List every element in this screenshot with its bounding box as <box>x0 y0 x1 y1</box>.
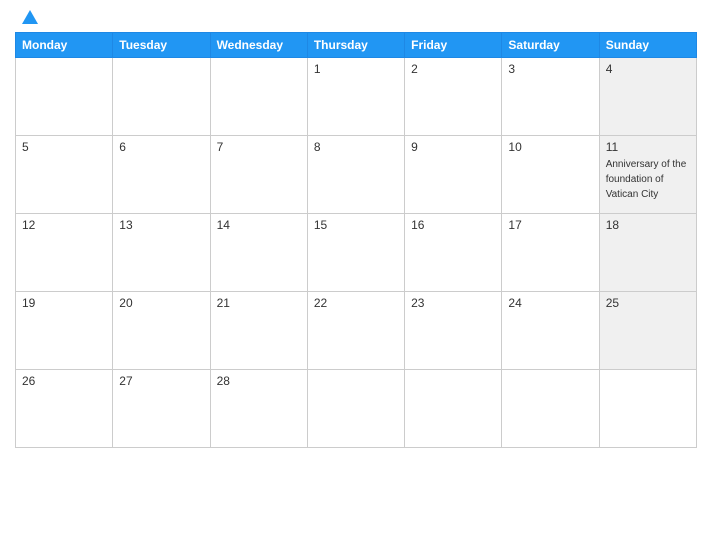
day-number: 3 <box>508 62 592 76</box>
calendar-cell <box>113 58 210 136</box>
calendar-cell: 10 <box>502 136 599 214</box>
calendar-header <box>15 10 697 24</box>
calendar-cell: 18 <box>599 214 696 292</box>
calendar-table: MondayTuesdayWednesdayThursdayFridaySatu… <box>15 32 697 448</box>
day-number: 22 <box>314 296 398 310</box>
day-number: 15 <box>314 218 398 232</box>
logo-triangle-icon <box>22 10 38 24</box>
calendar-cell <box>405 370 502 448</box>
calendar-cell: 24 <box>502 292 599 370</box>
calendar-cell: 17 <box>502 214 599 292</box>
calendar-cell: 27 <box>113 370 210 448</box>
logo <box>20 10 40 24</box>
day-number: 23 <box>411 296 495 310</box>
day-number: 28 <box>217 374 301 388</box>
weekday-header-tuesday: Tuesday <box>113 33 210 58</box>
week-row-3: 12 13 14 15 16 17 18 <box>16 214 697 292</box>
weekday-header-thursday: Thursday <box>307 33 404 58</box>
day-number: 10 <box>508 140 592 154</box>
calendar-cell: 21 <box>210 292 307 370</box>
calendar-cell <box>502 370 599 448</box>
day-number: 27 <box>119 374 203 388</box>
calendar-cell: 1 <box>307 58 404 136</box>
weekday-header-monday: Monday <box>16 33 113 58</box>
calendar-cell: 12 <box>16 214 113 292</box>
weekday-header-wednesday: Wednesday <box>210 33 307 58</box>
calendar-cell: 20 <box>113 292 210 370</box>
calendar-cell: 15 <box>307 214 404 292</box>
day-number: 25 <box>606 296 690 310</box>
calendar-cell <box>210 58 307 136</box>
week-row-5: 26 27 28 <box>16 370 697 448</box>
calendar-cell: 28 <box>210 370 307 448</box>
weekday-header-saturday: Saturday <box>502 33 599 58</box>
calendar-cell: 3 <box>502 58 599 136</box>
day-number: 8 <box>314 140 398 154</box>
calendar-cell: 22 <box>307 292 404 370</box>
calendar-cell <box>16 58 113 136</box>
day-number: 6 <box>119 140 203 154</box>
day-number: 17 <box>508 218 592 232</box>
calendar-container: MondayTuesdayWednesdayThursdayFridaySatu… <box>0 0 712 550</box>
calendar-cell: 7 <box>210 136 307 214</box>
calendar-cell: 13 <box>113 214 210 292</box>
day-number: 18 <box>606 218 690 232</box>
calendar-cell <box>307 370 404 448</box>
day-number: 5 <box>22 140 106 154</box>
day-number: 19 <box>22 296 106 310</box>
calendar-cell: 25 <box>599 292 696 370</box>
calendar-cell: 6 <box>113 136 210 214</box>
day-number: 4 <box>606 62 690 76</box>
weekday-header-friday: Friday <box>405 33 502 58</box>
calendar-cell: 5 <box>16 136 113 214</box>
day-number: 16 <box>411 218 495 232</box>
day-number: 12 <box>22 218 106 232</box>
weekday-header-sunday: Sunday <box>599 33 696 58</box>
week-row-4: 19 20 21 22 23 24 25 <box>16 292 697 370</box>
calendar-cell: 9 <box>405 136 502 214</box>
calendar-cell: 11 Anniversary of the foundation of Vatic… <box>599 136 696 214</box>
day-number: 11 <box>606 140 690 154</box>
day-number: 2 <box>411 62 495 76</box>
calendar-cell: 4 <box>599 58 696 136</box>
day-number: 9 <box>411 140 495 154</box>
day-number: 26 <box>22 374 106 388</box>
day-number: 1 <box>314 62 398 76</box>
calendar-cell: 16 <box>405 214 502 292</box>
calendar-cell: 14 <box>210 214 307 292</box>
day-number: 13 <box>119 218 203 232</box>
event-text: Anniversary of the foundation of Vatican… <box>606 159 687 200</box>
calendar-cell: 26 <box>16 370 113 448</box>
calendar-body: 1234567891011Anniversary of the foundati… <box>16 58 697 448</box>
calendar-cell: 8 <box>307 136 404 214</box>
calendar-cell: 2 <box>405 58 502 136</box>
day-number: 7 <box>217 140 301 154</box>
day-number: 14 <box>217 218 301 232</box>
calendar-cell: 23 <box>405 292 502 370</box>
calendar-cell: 19 <box>16 292 113 370</box>
day-number: 21 <box>217 296 301 310</box>
weekday-header-row: MondayTuesdayWednesdayThursdayFridaySatu… <box>16 33 697 58</box>
calendar-thead: MondayTuesdayWednesdayThursdayFridaySatu… <box>16 33 697 58</box>
calendar-cell <box>599 370 696 448</box>
week-row-1: 1234 <box>16 58 697 136</box>
week-row-2: 56789 10 11 Anniversary of the foundation o… <box>16 136 697 214</box>
day-number: 20 <box>119 296 203 310</box>
day-number: 24 <box>508 296 592 310</box>
